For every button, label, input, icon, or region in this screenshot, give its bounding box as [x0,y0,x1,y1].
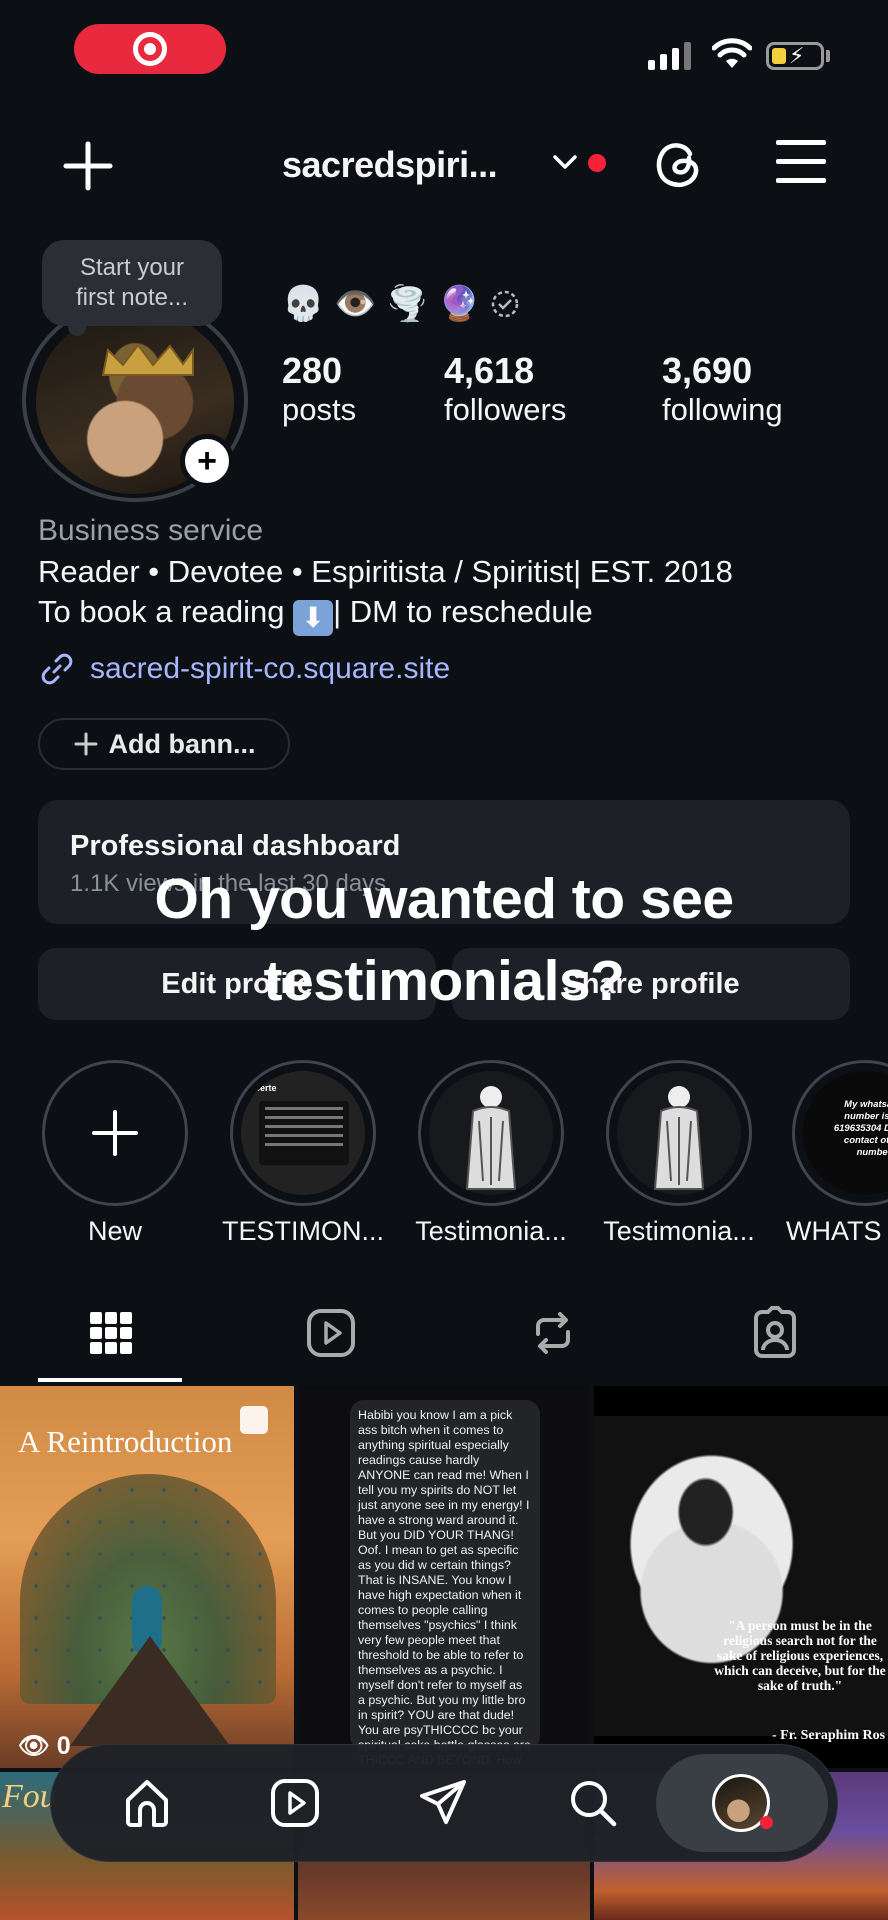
note-bubble[interactable]: Start your first note... [42,240,222,326]
carousel-icon [240,1406,268,1434]
profile-category: Business service [38,514,264,547]
highlight-ring [606,1060,752,1206]
eye-emoji: 👁️ [334,285,377,323]
battery-cap [826,50,830,62]
hamburger-menu-icon[interactable] [776,140,826,184]
highlight-label-testimonials-3: Testimonia... [603,1216,755,1246]
post-thumbnail-1[interactable]: A Reintroduction 👁 0 [0,1386,294,1768]
search-icon[interactable] [566,1776,620,1830]
record-icon [133,32,167,66]
testimonial-message: Habibi you know I am a pick ass bitch wh… [350,1400,540,1767]
reels-icon[interactable] [304,1306,358,1360]
plus-icon [74,732,97,756]
posts-label: posts [282,392,357,427]
stat-following[interactable]: 3,690 following [662,350,783,428]
post-1-views: 👁 0 [18,1732,71,1761]
post-3-author: - Fr. Seraphim Ros [772,1728,886,1743]
highlight-thumb-text: certe [255,1083,277,1093]
following-count: 3,690 [662,350,753,391]
bio-line-2: To book a reading ⬇ | DM to reschedule [38,594,593,636]
following-label: following [662,392,783,427]
create-plus-icon[interactable] [62,140,114,192]
reposts-icon[interactable] [526,1306,580,1360]
highlight-ring: certe [230,1060,376,1206]
add-banner-label: Add bann... [108,728,256,759]
bio-line-2-rest: | DM to reschedule [333,594,593,629]
highlight-thumb-text: My whatsapp number is no 619635304 Do no… [833,1099,888,1158]
note-line-2: first note... [75,284,189,311]
down-arrow-emoji: ⬇ [293,600,334,636]
post-4-title: Fou [2,1778,57,1815]
profile-notification-dot [760,1816,773,1829]
dashed-badge-icon [491,290,519,318]
highlight-label-new: New [87,1216,142,1246]
santa-muerte-graphic [465,1086,517,1190]
bio-line-2-text: To book a reading [38,594,294,629]
post-1-title: A Reintroduction [18,1424,233,1459]
highlight-label-testimonials-1: TESTIMON... [222,1216,384,1246]
testimonial-message-text: Habibi you know I am a pick ass bitch wh… [358,1408,531,1767]
cellular-signal-icon [648,40,691,70]
highlight-ring [418,1060,564,1206]
highlight-whatsapp[interactable]: My whatsapp number is no 619635304 Do no… [792,1060,888,1210]
bio-line-1: Reader • Devotee • Espiritista / Spiriti… [38,554,733,589]
profile-link[interactable]: sacred-spirit-co.square.site [38,650,450,688]
highlight-label-whatsapp: WHATS [786,1216,882,1246]
profile-username[interactable]: sacredspiri... [282,144,498,186]
account-notification-dot [588,154,606,172]
santa-muerte-graphic [653,1086,705,1190]
followers-count: 4,618 [444,350,535,391]
name-emoji-row: 💀 👁️ 🌪️ 🔮 [282,284,520,324]
active-tab-indicator [38,1378,182,1382]
chevron-down-icon[interactable] [552,152,578,172]
home-icon[interactable] [120,1776,174,1830]
followers-label: followers [444,392,567,427]
profile-link-text: sacred-spirit-co.square.site [90,652,451,685]
wifi-icon [712,38,752,68]
highlight-ring: My whatsapp number is no 619635304 Do no… [792,1060,888,1206]
pyramid-graphic [70,1636,230,1746]
highlight-testimonials-2[interactable] [418,1060,564,1206]
dashboard-title: Professional dashboard [70,830,401,862]
note-line-1: Start your [79,254,185,281]
threads-icon[interactable] [652,136,704,190]
direct-message-icon[interactable] [416,1776,470,1830]
crown-graphic [101,343,194,376]
video-caption-line-2: testimonials? [263,949,625,1013]
battery-icon: ⚡ [766,42,824,70]
stat-posts[interactable]: 280 posts [282,350,356,428]
tornado-emoji: 🌪️ [386,285,429,323]
post-1-view-count: 0 [56,1732,71,1760]
highlight-testimonials-1[interactable]: certe [230,1060,376,1206]
crystal-ball-emoji: 🔮 [438,285,481,323]
add-story-plus-icon[interactable]: + [180,434,234,488]
post-thumbnail-3[interactable]: "A person must be in the religious searc… [594,1386,888,1768]
stat-followers[interactable]: 4,618 followers [444,350,566,428]
eye-icon: 👁 [18,1732,50,1760]
link-icon [41,653,73,685]
highlight-testimonials-3[interactable] [606,1060,752,1206]
screen-recording-indicator[interactable] [74,24,226,74]
grid-icon[interactable] [84,1306,138,1360]
reels-icon[interactable] [268,1776,322,1830]
skull-emoji: 💀 [282,285,325,323]
tagged-icon[interactable] [748,1306,802,1360]
plus-icon [92,1110,138,1156]
post-3-quote: "A person must be in the religious searc… [714,1618,886,1693]
highlight-new-ring [42,1060,188,1206]
posts-count: 280 [282,350,343,391]
add-banner-button[interactable]: Add bann... [38,718,290,770]
highlight-new[interactable] [42,1060,188,1206]
post-thumbnail-2[interactable]: Habibi you know I am a pick ass bitch wh… [298,1386,590,1768]
video-caption-line-1: Oh you wanted to see [154,867,734,931]
highlight-label-testimonials-2: Testimonia... [415,1216,567,1246]
